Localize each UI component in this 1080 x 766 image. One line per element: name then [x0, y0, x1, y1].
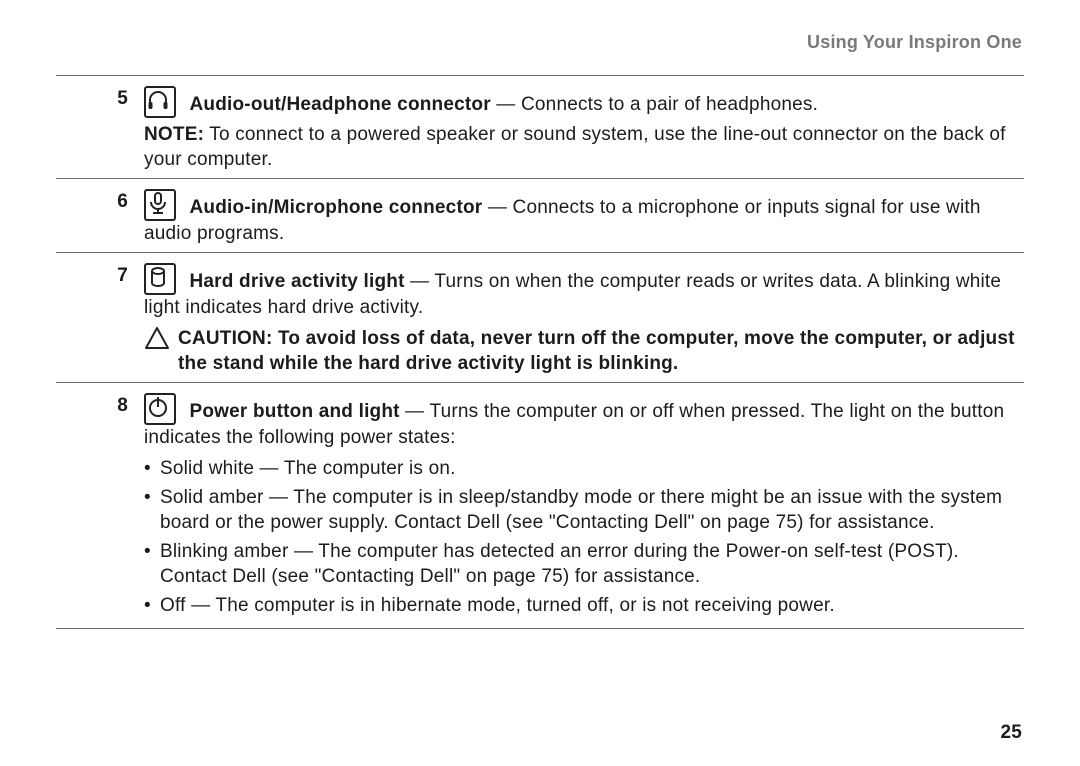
headphone-icon — [144, 86, 176, 118]
caution-row: CAUTION: To avoid loss of data, never tu… — [144, 326, 1024, 376]
caution-triangle-icon — [144, 326, 170, 357]
page-header: Using Your Inspiron One — [56, 32, 1024, 53]
manual-page: Using Your Inspiron One 5 Audio-out/Head… — [0, 0, 1080, 766]
entry-body: Audio-out/Headphone connector — Connects… — [144, 86, 1024, 172]
entry-body: Power button and light — Turns the compu… — [144, 393, 1024, 622]
note-text: To connect to a powered speaker or sound… — [144, 124, 1006, 170]
power-icon — [144, 393, 176, 425]
entry-title: Audio-out/Headphone connector — [189, 94, 490, 115]
list-item: Solid white — The computer is on. — [144, 456, 1024, 481]
feature-entry-5: 5 Audio-out/Headphone connector — Connec… — [56, 76, 1024, 178]
caution-text: CAUTION: To avoid loss of data, never tu… — [178, 326, 1024, 376]
entry-number: 6 — [56, 189, 144, 215]
hard-drive-icon — [144, 263, 176, 295]
note-label: NOTE: — [144, 124, 204, 145]
feature-entry-6: 6 Audio-in/Microphone connector — Connec… — [56, 179, 1024, 252]
microphone-icon — [144, 189, 176, 221]
entry-title: Hard drive activity light — [189, 271, 404, 292]
entry-title: Audio-in/Microphone connector — [189, 197, 482, 218]
entry-number: 7 — [56, 263, 144, 289]
divider — [56, 628, 1024, 629]
feature-entry-8: 8 Power button and light — Turns the com… — [56, 383, 1024, 628]
entry-desc: — Connects to a pair of headphones. — [491, 94, 818, 115]
entry-title: Power button and light — [189, 401, 399, 422]
entry-body: Hard drive activity light — Turns on whe… — [144, 263, 1024, 376]
entry-body: Audio-in/Microphone connector — Connects… — [144, 189, 1024, 246]
entry-number: 8 — [56, 393, 144, 419]
list-item: Blinking amber — The computer has detect… — [144, 539, 1024, 589]
list-item: Solid amber — The computer is in sleep/s… — [144, 485, 1024, 535]
feature-entry-7: 7 Hard drive activity light — Turns on w… — [56, 253, 1024, 382]
page-number: 25 — [1000, 722, 1022, 744]
power-states-list: Solid white — The computer is on. Solid … — [144, 456, 1024, 618]
entry-number: 5 — [56, 86, 144, 112]
list-item: Off — The computer is in hibernate mode,… — [144, 593, 1024, 618]
